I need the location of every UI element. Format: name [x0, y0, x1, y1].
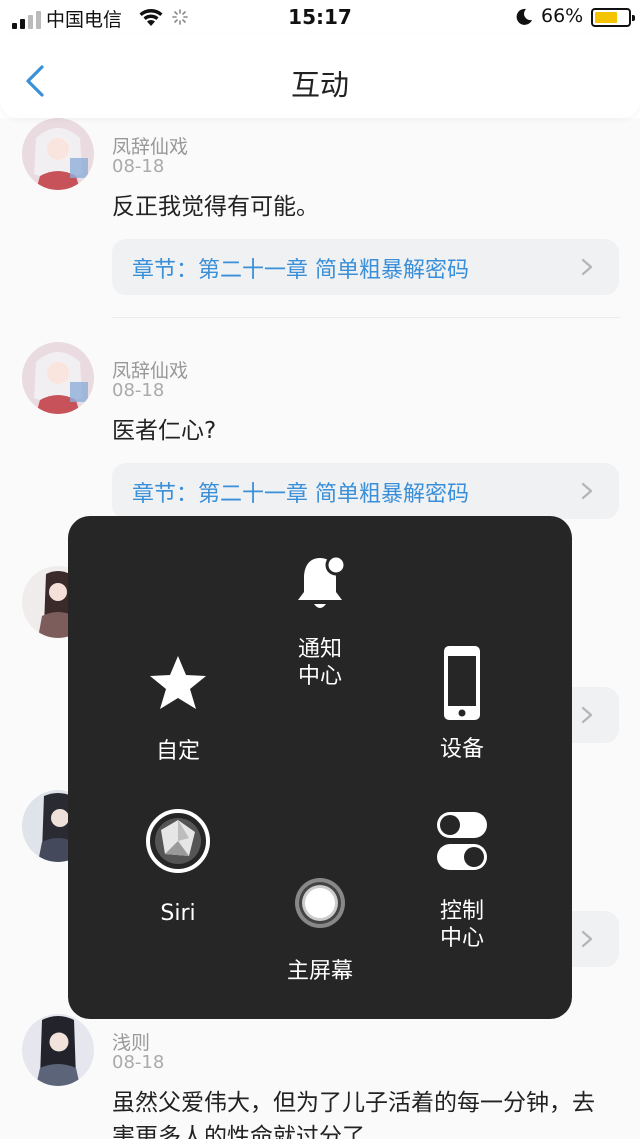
- divider: [112, 317, 620, 318]
- moon-icon: [516, 8, 532, 25]
- siri-icon: [146, 809, 210, 873]
- comment-text: 医者仁心?: [112, 418, 217, 444]
- battery-fill: [595, 12, 617, 23]
- home-button-icon: [295, 878, 345, 928]
- siri-button[interactable]: Siri: [138, 808, 218, 927]
- control-label-line1: 控制: [439, 899, 484, 924]
- chevron-right-icon: [581, 258, 593, 276]
- notification-label-line2: 中心: [297, 664, 342, 689]
- phone-icon: [444, 646, 480, 720]
- battery-percent: 66%: [541, 5, 584, 27]
- siri-label: Siri: [160, 901, 196, 926]
- chapter-label: 章节：第二十一章 简单粗暴解密码: [132, 482, 469, 507]
- chapter-label: 章节：第二十一章 简单粗暴解密码: [132, 258, 469, 283]
- username: 凤辞仙戏: [112, 360, 189, 382]
- avatar[interactable]: [22, 118, 94, 190]
- bell-icon: [298, 554, 347, 608]
- comment-date: 08-18: [112, 1052, 165, 1073]
- page-title: 互动: [290, 68, 349, 102]
- chapter-link[interactable]: 章节：第二十一章 简单粗暴解密码: [112, 239, 619, 295]
- control-center-button[interactable]: 控制 中心: [422, 810, 502, 952]
- device-label: 设备: [439, 737, 484, 762]
- device-button[interactable]: 设备: [422, 644, 502, 763]
- notification-label-line1: 通知: [297, 637, 342, 662]
- home-button[interactable]: 主屏幕: [280, 876, 360, 985]
- custom-label: 自定: [155, 739, 200, 764]
- comment-date: 08-18: [112, 380, 165, 401]
- comment-date: 08-18: [112, 156, 165, 177]
- battery-icon: [591, 8, 635, 27]
- avatar[interactable]: [22, 1014, 94, 1086]
- toggle-icon: [437, 812, 487, 870]
- assistive-touch-menu: 通知 中心 自定 设备 Siri 主屏幕 控制 中心: [68, 516, 572, 1019]
- chevron-right-icon: [581, 706, 593, 724]
- custom-button[interactable]: 自定: [138, 654, 218, 765]
- chevron-right-icon: [581, 482, 593, 500]
- chevron-right-icon: [581, 930, 593, 948]
- nav-bar: 互动: [0, 34, 640, 118]
- chapter-link[interactable]: 章节：第二十一章 简单粗暴解密码: [112, 463, 619, 519]
- control-label-line2: 中心: [439, 926, 484, 951]
- comment-text: 虽然父爱伟大，但为了儿子活着的每一分钟，去害更多人的性命就过分了: [112, 1090, 595, 1139]
- notification-center-button[interactable]: 通知 中心: [280, 552, 360, 690]
- star-icon: [150, 656, 206, 709]
- avatar[interactable]: [22, 342, 94, 414]
- comment-text: 反正我觉得有可能。: [112, 194, 319, 220]
- home-label: 主屏幕: [286, 959, 353, 984]
- username: 凤辞仙戏: [112, 136, 189, 158]
- status-bar: 中国电信 15:17 66%: [0, 0, 640, 34]
- username: 浅则: [112, 1032, 151, 1054]
